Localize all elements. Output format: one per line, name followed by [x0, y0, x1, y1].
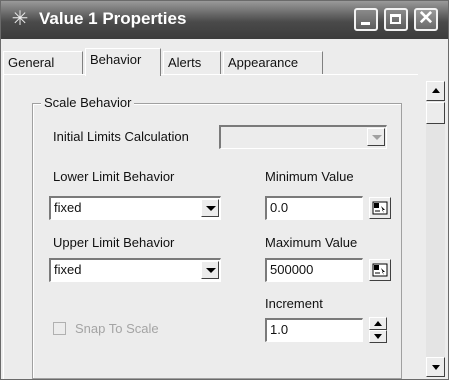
lower-limit-label: Lower Limit Behavior	[53, 169, 175, 184]
value-picker-icon	[372, 201, 388, 215]
scroll-down-button[interactable]	[426, 357, 445, 377]
lower-limit-dropdown[interactable]: fixed	[49, 196, 221, 220]
scroll-up-button[interactable]	[426, 81, 445, 101]
upper-limit-dropdown[interactable]: fixed	[49, 258, 221, 282]
maximum-value-text: 500000	[270, 262, 314, 277]
upper-limit-dropdown-button[interactable]	[201, 261, 219, 279]
group-legend: Scale Behavior	[41, 95, 135, 110]
increment-down-button[interactable]	[369, 330, 387, 343]
maximum-value-label: Maximum Value	[265, 235, 358, 250]
chevron-down-icon	[206, 268, 216, 273]
window-title: Value 1 Properties	[39, 9, 187, 28]
arrow-up-icon	[432, 88, 440, 93]
upper-limit-label: Upper Limit Behavior	[53, 235, 175, 250]
arrow-up-icon	[374, 321, 382, 326]
tab-appearance[interactable]: Appearance	[223, 51, 323, 75]
title-bar[interactable]: ✳ Value 1 Properties ✕	[1, 1, 448, 39]
initial-limits-dropdown	[219, 125, 387, 149]
increment-up-button[interactable]	[369, 317, 387, 330]
initial-limits-label: Initial Limits Calculation	[53, 129, 189, 144]
initial-limits-dropdown-button	[367, 128, 385, 146]
tab-general[interactable]: General	[3, 51, 83, 75]
increment-label: Increment	[265, 296, 323, 311]
vertical-scrollbar[interactable]	[426, 81, 445, 377]
increment-value: 1.0	[270, 322, 289, 337]
arrow-down-icon	[432, 365, 440, 370]
minimum-value-label: Minimum Value	[265, 169, 354, 184]
increment-spinner[interactable]	[369, 317, 387, 343]
minimum-value-picker-button[interactable]	[369, 197, 391, 219]
arrow-down-icon	[374, 334, 382, 339]
close-button[interactable]: ✕	[414, 8, 438, 31]
tab-strip: General Behavior Alerts Appearance	[1, 48, 448, 76]
snap-to-scale-label: Snap To Scale	[75, 321, 159, 336]
maximum-value-picker-button[interactable]	[369, 259, 391, 281]
value-picker-icon	[372, 263, 388, 277]
properties-window: ✳ Value 1 Properties ✕ General Behavior …	[0, 0, 449, 380]
tab-behavior[interactable]: Behavior	[85, 48, 161, 76]
close-icon: ✕	[418, 8, 434, 29]
maximum-value-input[interactable]: 500000	[265, 258, 363, 282]
minimize-button[interactable]	[354, 8, 378, 31]
minimize-icon	[361, 22, 370, 25]
upper-limit-value: fixed	[54, 262, 82, 277]
chevron-down-icon	[206, 206, 216, 211]
lower-limit-dropdown-button[interactable]	[201, 199, 219, 217]
minimum-value-text: 0.0	[270, 200, 289, 215]
lower-limit-value: fixed	[54, 200, 82, 215]
scroll-thumb[interactable]	[426, 102, 445, 124]
minimum-value-input[interactable]: 0.0	[265, 196, 363, 220]
asterisk-icon: ✳	[11, 8, 29, 30]
chevron-down-icon	[372, 135, 382, 140]
maximize-button[interactable]	[384, 8, 408, 31]
maximize-icon	[390, 14, 401, 24]
snap-to-scale-checkbox[interactable]	[53, 322, 66, 335]
tab-alerts[interactable]: Alerts	[163, 51, 221, 75]
increment-input[interactable]: 1.0	[265, 318, 363, 342]
